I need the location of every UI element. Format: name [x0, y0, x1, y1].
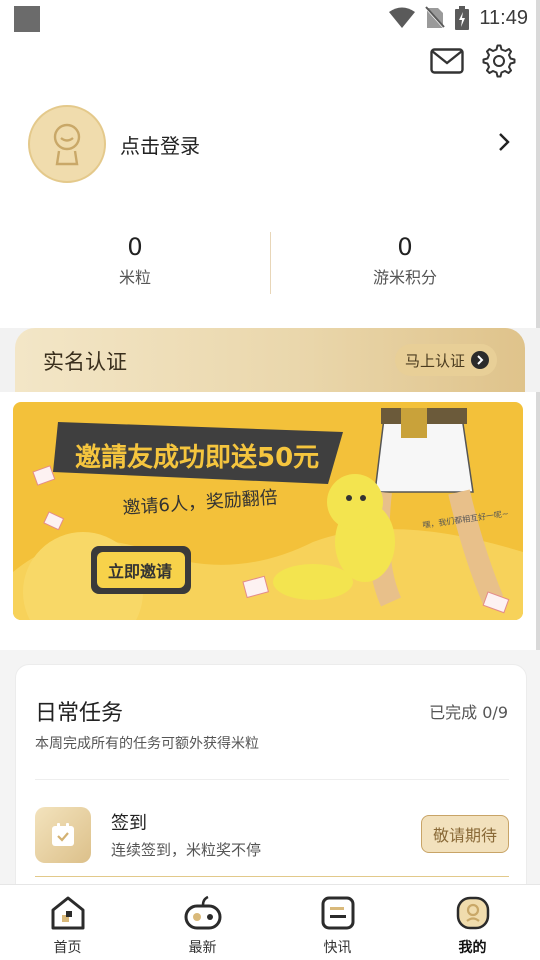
daily-tasks-progress: 已完成 0/9 [429, 703, 508, 722]
status-bar: 11:49 [0, 0, 540, 36]
tab-news-label: 快讯 [323, 940, 352, 956]
coming-soon-button[interactable]: 敬请期待 [421, 815, 509, 853]
avatar[interactable] [28, 105, 106, 183]
top-actions [430, 44, 516, 78]
bottom-nav: 首页 最新 快讯 我的 [0, 884, 540, 960]
realname-verify-card[interactable]: 实名认证 马上认证 [15, 328, 525, 392]
banner-invite-button[interactable]: 立即邀请 [108, 562, 172, 581]
stat-divider [270, 232, 271, 294]
banner-subline: 邀请6人，奖励翻倍 [122, 487, 279, 519]
tab-mine[interactable]: 我的 [405, 885, 540, 960]
task-desc: 连续签到，米粒奖不停 [111, 841, 262, 859]
chevron-right-icon[interactable] [498, 132, 510, 152]
status-time: 11:49 [479, 6, 528, 29]
login-prompt[interactable]: 点击登录 [120, 130, 200, 159]
calendar-check-icon [35, 807, 91, 863]
task-name: 签到 [111, 813, 147, 834]
stat-rice-value: 0 [127, 233, 143, 261]
divider [35, 876, 509, 877]
gear-icon [482, 44, 516, 78]
divider [35, 779, 509, 780]
home-icon [48, 893, 88, 933]
realname-title: 实名认证 [43, 350, 127, 374]
stats-row: 0 米粒 0 游米积分 [0, 232, 540, 294]
stat-points-value: 0 [397, 233, 413, 261]
wifi-icon [389, 7, 416, 28]
stat-rice[interactable]: 0 米粒 [0, 232, 270, 294]
stat-points-label: 游米积分 [372, 268, 437, 287]
tab-home[interactable]: 首页 [0, 885, 135, 960]
banner-headline: 邀請友成功即送50元 [75, 442, 319, 473]
default-avatar-icon [53, 123, 81, 166]
tab-mine-label: 我的 [458, 940, 487, 956]
no-sim-icon [425, 6, 446, 29]
verify-now-button[interactable]: 马上认证 [394, 344, 497, 376]
stat-points[interactable]: 0 游米积分 [270, 232, 540, 294]
profile-header[interactable]: 点击登录 [28, 104, 518, 184]
tab-home-label: 首页 [53, 940, 82, 956]
battery-charging-icon [455, 6, 470, 30]
invite-banner-art: 邀請友成功即送50元 邀请6人，奖励翻倍 立即邀请 嘿，我们都相互好一呢~ [13, 408, 523, 620]
verify-now-label: 马上认证 [404, 351, 465, 370]
settings-button[interactable] [482, 44, 516, 78]
message-button[interactable] [430, 44, 464, 78]
daily-tasks-subtitle: 本周完成所有的任务可额外获得米粒 [35, 736, 259, 752]
invite-banner[interactable]: 邀請友成功即送50元 邀请6人，奖励翻倍 立即邀请 嘿，我们都相互好一呢~ [13, 402, 523, 620]
tab-news[interactable]: 快讯 [270, 885, 405, 960]
profile-icon [453, 893, 493, 933]
arrow-right-icon [471, 351, 489, 369]
task-item-checkin: 签到 连续签到，米粒奖不停 敬请期待 [35, 805, 509, 865]
news-icon [318, 893, 358, 933]
tab-latest[interactable]: 最新 [135, 885, 270, 960]
gamepad-icon [183, 893, 223, 933]
daily-tasks-card: 日常任务 已完成 0/9 本周完成所有的任务可额外获得米粒 签到 连续签到，米粒… [15, 664, 527, 904]
stat-rice-label: 米粒 [118, 268, 151, 287]
app-notification-icon [14, 6, 40, 32]
daily-tasks-title: 日常任务 [35, 701, 124, 726]
status-icons: 11:49 [389, 4, 528, 32]
mail-icon [430, 48, 464, 74]
tab-latest-label: 最新 [188, 940, 217, 956]
